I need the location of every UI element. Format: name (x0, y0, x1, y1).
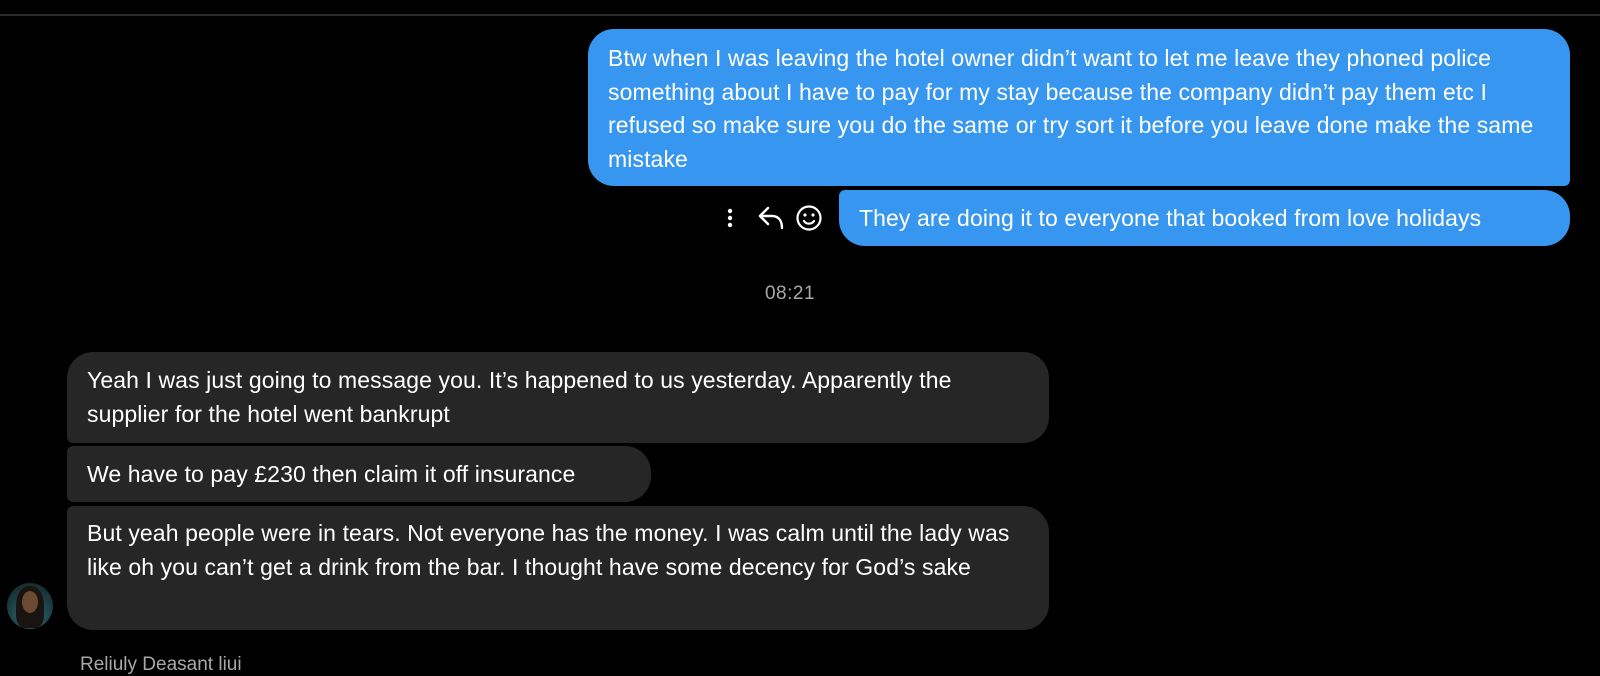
outgoing-message-bubble[interactable]: Btw when I was leaving the hotel owner d… (588, 29, 1570, 186)
top-divider (0, 14, 1600, 16)
incoming-message-bubble[interactable]: Yeah I was just going to message you. It… (67, 352, 1049, 443)
message-actions (716, 199, 826, 237)
sender-avatar[interactable] (7, 583, 53, 629)
incoming-message-bubble[interactable]: But yeah people were in tears. Not every… (67, 506, 1049, 630)
avatar-face (22, 591, 38, 613)
more-options-icon[interactable] (716, 199, 744, 237)
reply-icon[interactable] (754, 199, 788, 237)
emoji-react-icon[interactable] (792, 199, 826, 237)
message-timestamp: 08:21 (764, 283, 816, 304)
reaction-footer-text: Reliuly Deasant liui (80, 654, 242, 675)
outgoing-message-bubble[interactable]: They are doing it to everyone that booke… (839, 190, 1570, 246)
incoming-message-bubble[interactable]: We have to pay £230 then claim it off in… (67, 446, 651, 502)
